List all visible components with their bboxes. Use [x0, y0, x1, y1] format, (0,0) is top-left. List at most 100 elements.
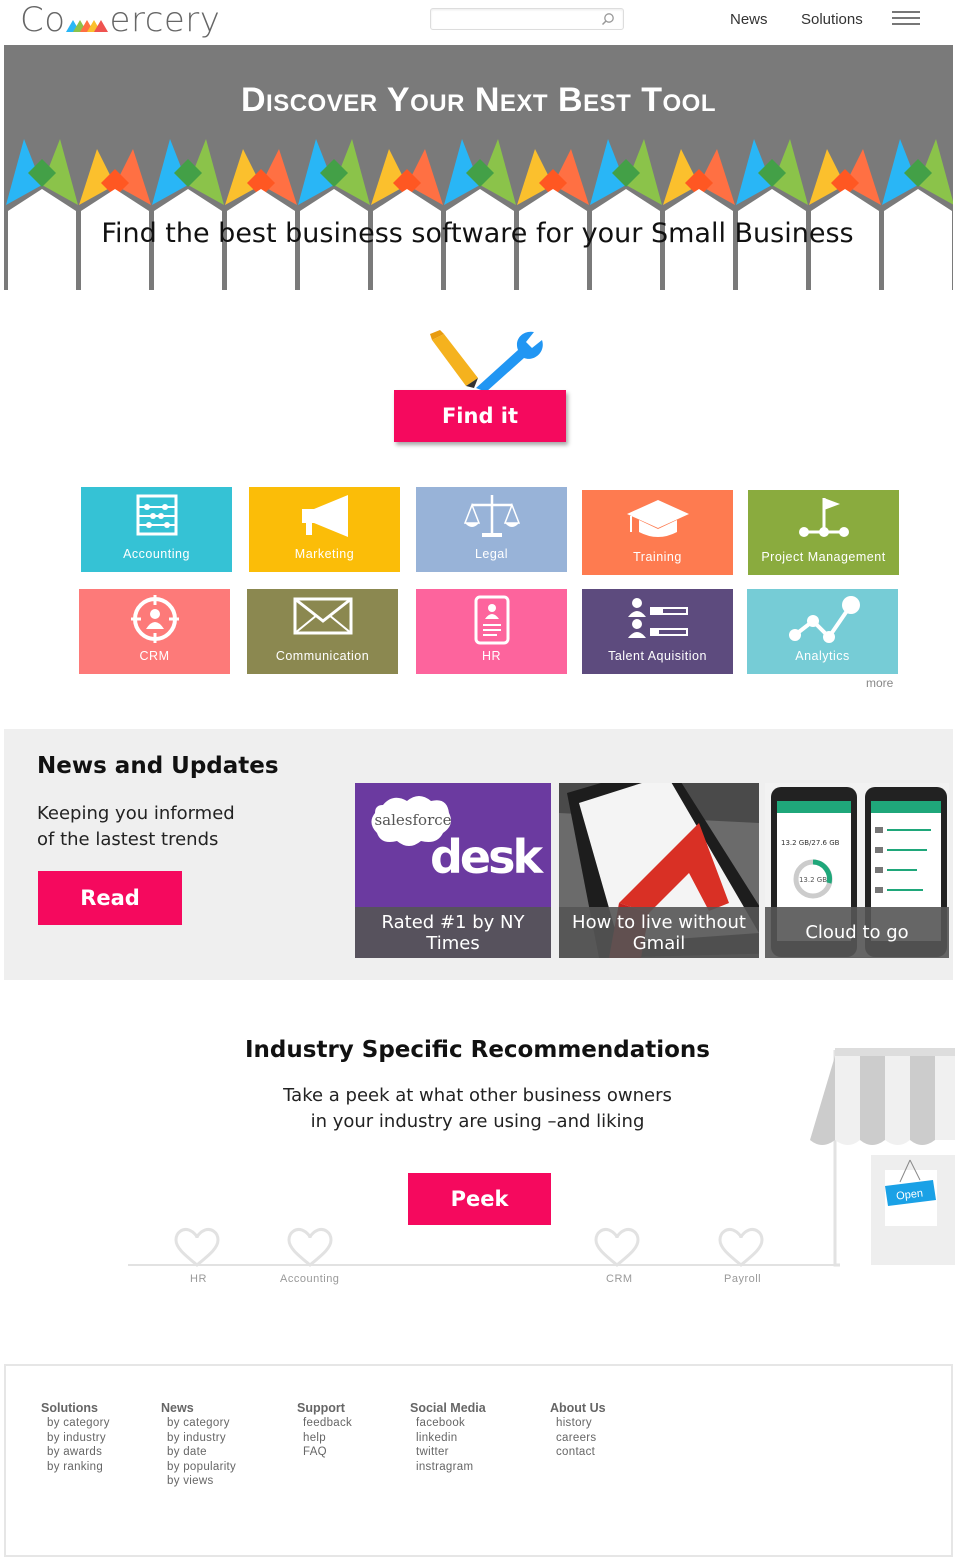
logo-mm-mark: [65, 7, 110, 33]
site-footer: Solutions by category by industry by awa…: [4, 1364, 953, 1557]
read-button[interactable]: Read: [38, 871, 182, 925]
storefront-hearts-illustration: Open: [128, 1048, 955, 1267]
pencil-wrench-icon: [430, 330, 543, 390]
category-label: Accounting: [123, 547, 190, 561]
salesforce-wordmark: salesforce: [374, 811, 451, 829]
graduation-cap-icon: [626, 500, 689, 537]
category-label: Marketing: [294, 547, 355, 561]
category-label: Analytics: [795, 649, 850, 663]
category-tile-project-management[interactable]: Project Management: [748, 490, 899, 575]
news-card-caption: Cloud to go: [765, 907, 949, 958]
category-label: Talent Aquisition: [608, 649, 707, 663]
footer-link[interactable]: by industry: [161, 1431, 236, 1446]
category-tile-accounting[interactable]: Accounting: [81, 487, 232, 572]
site-logo[interactable]: Co ercery: [20, 0, 220, 40]
industry-description-line1: Take a peek at what other business owner…: [283, 1085, 672, 1106]
footer-link[interactable]: history: [550, 1416, 606, 1431]
news-card-salesforce[interactable]: salesforce desk Rated #1 by NY Times: [355, 783, 551, 958]
heart-label-crm[interactable]: CRM: [606, 1273, 633, 1285]
hamburger-menu-icon[interactable]: [892, 11, 920, 27]
footer-heading: About Us: [550, 1401, 606, 1415]
news-card-caption: Rated #1 by NY Times: [355, 907, 551, 958]
peek-button[interactable]: Peek: [408, 1173, 551, 1225]
nav-news-link[interactable]: News: [730, 11, 768, 28]
category-label: Communication: [275, 649, 370, 663]
news-description: Keeping you informed of the lastest tren…: [37, 803, 235, 850]
footer-column-about-us: About Us history careers contact: [550, 1401, 606, 1460]
footer-heading: News: [161, 1401, 194, 1415]
search-input[interactable]: [431, 9, 591, 29]
footer-column-support: Support feedback help FAQ: [297, 1401, 352, 1460]
category-tile-training[interactable]: Training: [582, 490, 733, 575]
megaphone-icon: [301, 495, 348, 537]
footer-link[interactable]: by popularity: [161, 1460, 236, 1475]
footer-column-social-media: Social Media facebook linkedin twitter i…: [410, 1401, 486, 1474]
industry-description: Take a peek at what other business owner…: [0, 1083, 955, 1135]
logo-text-right: ercery: [109, 0, 221, 40]
heart-label-accounting[interactable]: Accounting: [280, 1273, 339, 1285]
colorful-rooftops-illustration: [6, 139, 953, 290]
category-label: CRM: [139, 649, 170, 663]
footer-link[interactable]: by views: [161, 1474, 236, 1489]
footer-column-news: News by category by industry by date by …: [161, 1401, 236, 1489]
search-icon[interactable]: [601, 12, 615, 26]
category-tile-crm[interactable]: CRM: [79, 589, 230, 674]
category-tile-communication[interactable]: Communication: [247, 589, 398, 674]
category-label: HR: [481, 649, 502, 663]
abacus-icon: [136, 494, 177, 536]
site-header: Co ercery News Solutions: [0, 0, 955, 44]
news-title: News and Updates: [37, 753, 279, 779]
footer-link[interactable]: contact: [550, 1445, 606, 1460]
target-person-icon: [130, 595, 179, 643]
footer-link[interactable]: by industry: [41, 1431, 110, 1446]
industry-description-line2: in your industry are using –and liking: [310, 1111, 645, 1132]
footer-heading: Support: [297, 1401, 345, 1415]
news-card-cloud[interactable]: 13.2 GB/27.6 GB 13.2 GB Cloud to go: [765, 783, 949, 958]
news-card-caption: How to live without Gmail: [559, 907, 759, 958]
footer-heading: Solutions: [41, 1401, 98, 1415]
storage-donut-label: 13.2 GB: [799, 876, 827, 884]
footer-link[interactable]: by category: [161, 1416, 236, 1431]
find-it-button[interactable]: Find it: [394, 390, 566, 442]
footer-link[interactable]: FAQ: [297, 1445, 352, 1460]
news-section: News and Updates Keeping you informed of…: [4, 729, 953, 980]
nav-solutions-link[interactable]: Solutions: [801, 11, 863, 28]
storage-readout: 13.2 GB/27.6 GB: [781, 839, 840, 847]
footer-link[interactable]: twitter: [410, 1445, 486, 1460]
footer-link[interactable]: feedback: [297, 1416, 352, 1431]
category-label: Project Management: [761, 550, 886, 564]
category-tile-marketing[interactable]: Marketing: [249, 487, 400, 572]
footer-link[interactable]: by awards: [41, 1445, 110, 1460]
category-tile-legal[interactable]: Legal: [416, 487, 567, 572]
footer-heading: Social Media: [410, 1401, 486, 1415]
footer-link[interactable]: careers: [550, 1431, 606, 1446]
nodes-icon: [788, 596, 860, 643]
search-box: [430, 8, 624, 30]
footer-link[interactable]: instragram: [410, 1460, 486, 1475]
category-label: Training: [633, 550, 682, 564]
desk-wordmark: desk: [430, 830, 545, 884]
hero-banner: Discover Your Next Best Tool: [4, 45, 953, 290]
footer-link[interactable]: help: [297, 1431, 352, 1446]
hero-subtitle: Find the best business software for your…: [101, 218, 854, 249]
category-tile-analytics[interactable]: Analytics: [747, 589, 898, 674]
footer-link[interactable]: facebook: [410, 1416, 486, 1431]
envelope-icon: [293, 597, 352, 635]
footer-link[interactable]: by date: [161, 1445, 236, 1460]
heart-label-payroll[interactable]: Payroll: [724, 1273, 761, 1285]
id-card-icon: [474, 595, 509, 645]
footer-link[interactable]: by ranking: [41, 1460, 110, 1475]
footer-link[interactable]: by category: [41, 1416, 110, 1431]
more-categories-link[interactable]: more: [866, 676, 893, 690]
category-tile-talent-aquisition[interactable]: Talent Aquisition: [582, 589, 733, 674]
scales-icon: [463, 495, 520, 537]
people-list-icon: [627, 598, 688, 638]
category-tile-hr[interactable]: HR: [416, 589, 567, 674]
logo-text-left: Co: [20, 0, 66, 40]
footer-link[interactable]: linkedin: [410, 1431, 486, 1446]
heart-label-hr[interactable]: HR: [190, 1273, 207, 1285]
category-label: Legal: [474, 547, 509, 561]
news-card-gmail[interactable]: How to live without Gmail: [559, 783, 759, 958]
footer-column-solutions: Solutions by category by industry by awa…: [41, 1401, 110, 1474]
flag-network-icon: [798, 498, 849, 537]
